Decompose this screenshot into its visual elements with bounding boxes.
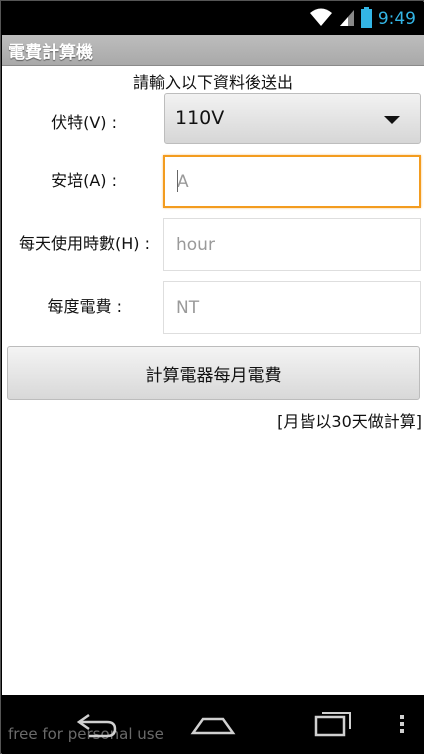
voltage-spinner[interactable]: 110V <box>164 93 421 144</box>
current-field[interactable] <box>163 155 421 208</box>
back-icon[interactable] <box>67 707 127 741</box>
rate-field[interactable] <box>163 281 421 334</box>
voltage-label: 伏特(V) : <box>51 113 117 132</box>
signal-icon <box>339 7 355 31</box>
device-frame: 9:49 電費計算機 請輸入以下資料後送出 伏特(V) : 110V 安培(A)… <box>0 0 424 754</box>
dropdown-arrow-icon <box>384 116 400 124</box>
app-title: 電費計算機 <box>8 43 93 63</box>
status-bar: 9:49 <box>2 2 424 35</box>
voltage-selected-value: 110V <box>175 107 225 129</box>
calculation-note: [月皆以30天做計算] <box>277 412 422 431</box>
wifi-icon <box>309 7 333 31</box>
rate-input[interactable] <box>164 282 420 333</box>
hours-input[interactable] <box>164 219 420 270</box>
current-input[interactable] <box>165 157 419 206</box>
home-icon[interactable] <box>183 707 243 741</box>
current-label: 安培(A) : <box>51 171 117 190</box>
rate-label: 每度電費 : <box>47 297 122 316</box>
action-bar: 電費計算機 <box>2 35 424 66</box>
hours-field[interactable] <box>163 218 421 271</box>
calculate-button[interactable]: 計算電器每月電費 <box>7 346 420 400</box>
instruction-text: 請輸入以下資料後送出 <box>132 73 293 92</box>
text-cursor <box>177 170 178 192</box>
navigation-bar: free for personal use <box>2 695 424 754</box>
recent-apps-icon[interactable] <box>302 707 362 741</box>
battery-icon <box>360 6 372 32</box>
status-time: 9:49 <box>377 9 416 29</box>
main-content: 請輸入以下資料後送出 伏特(V) : 110V 安培(A) : 每天使用時數(H… <box>2 66 424 695</box>
overflow-menu-icon[interactable] <box>374 707 414 741</box>
hours-label: 每天使用時數(H) : <box>19 234 150 253</box>
